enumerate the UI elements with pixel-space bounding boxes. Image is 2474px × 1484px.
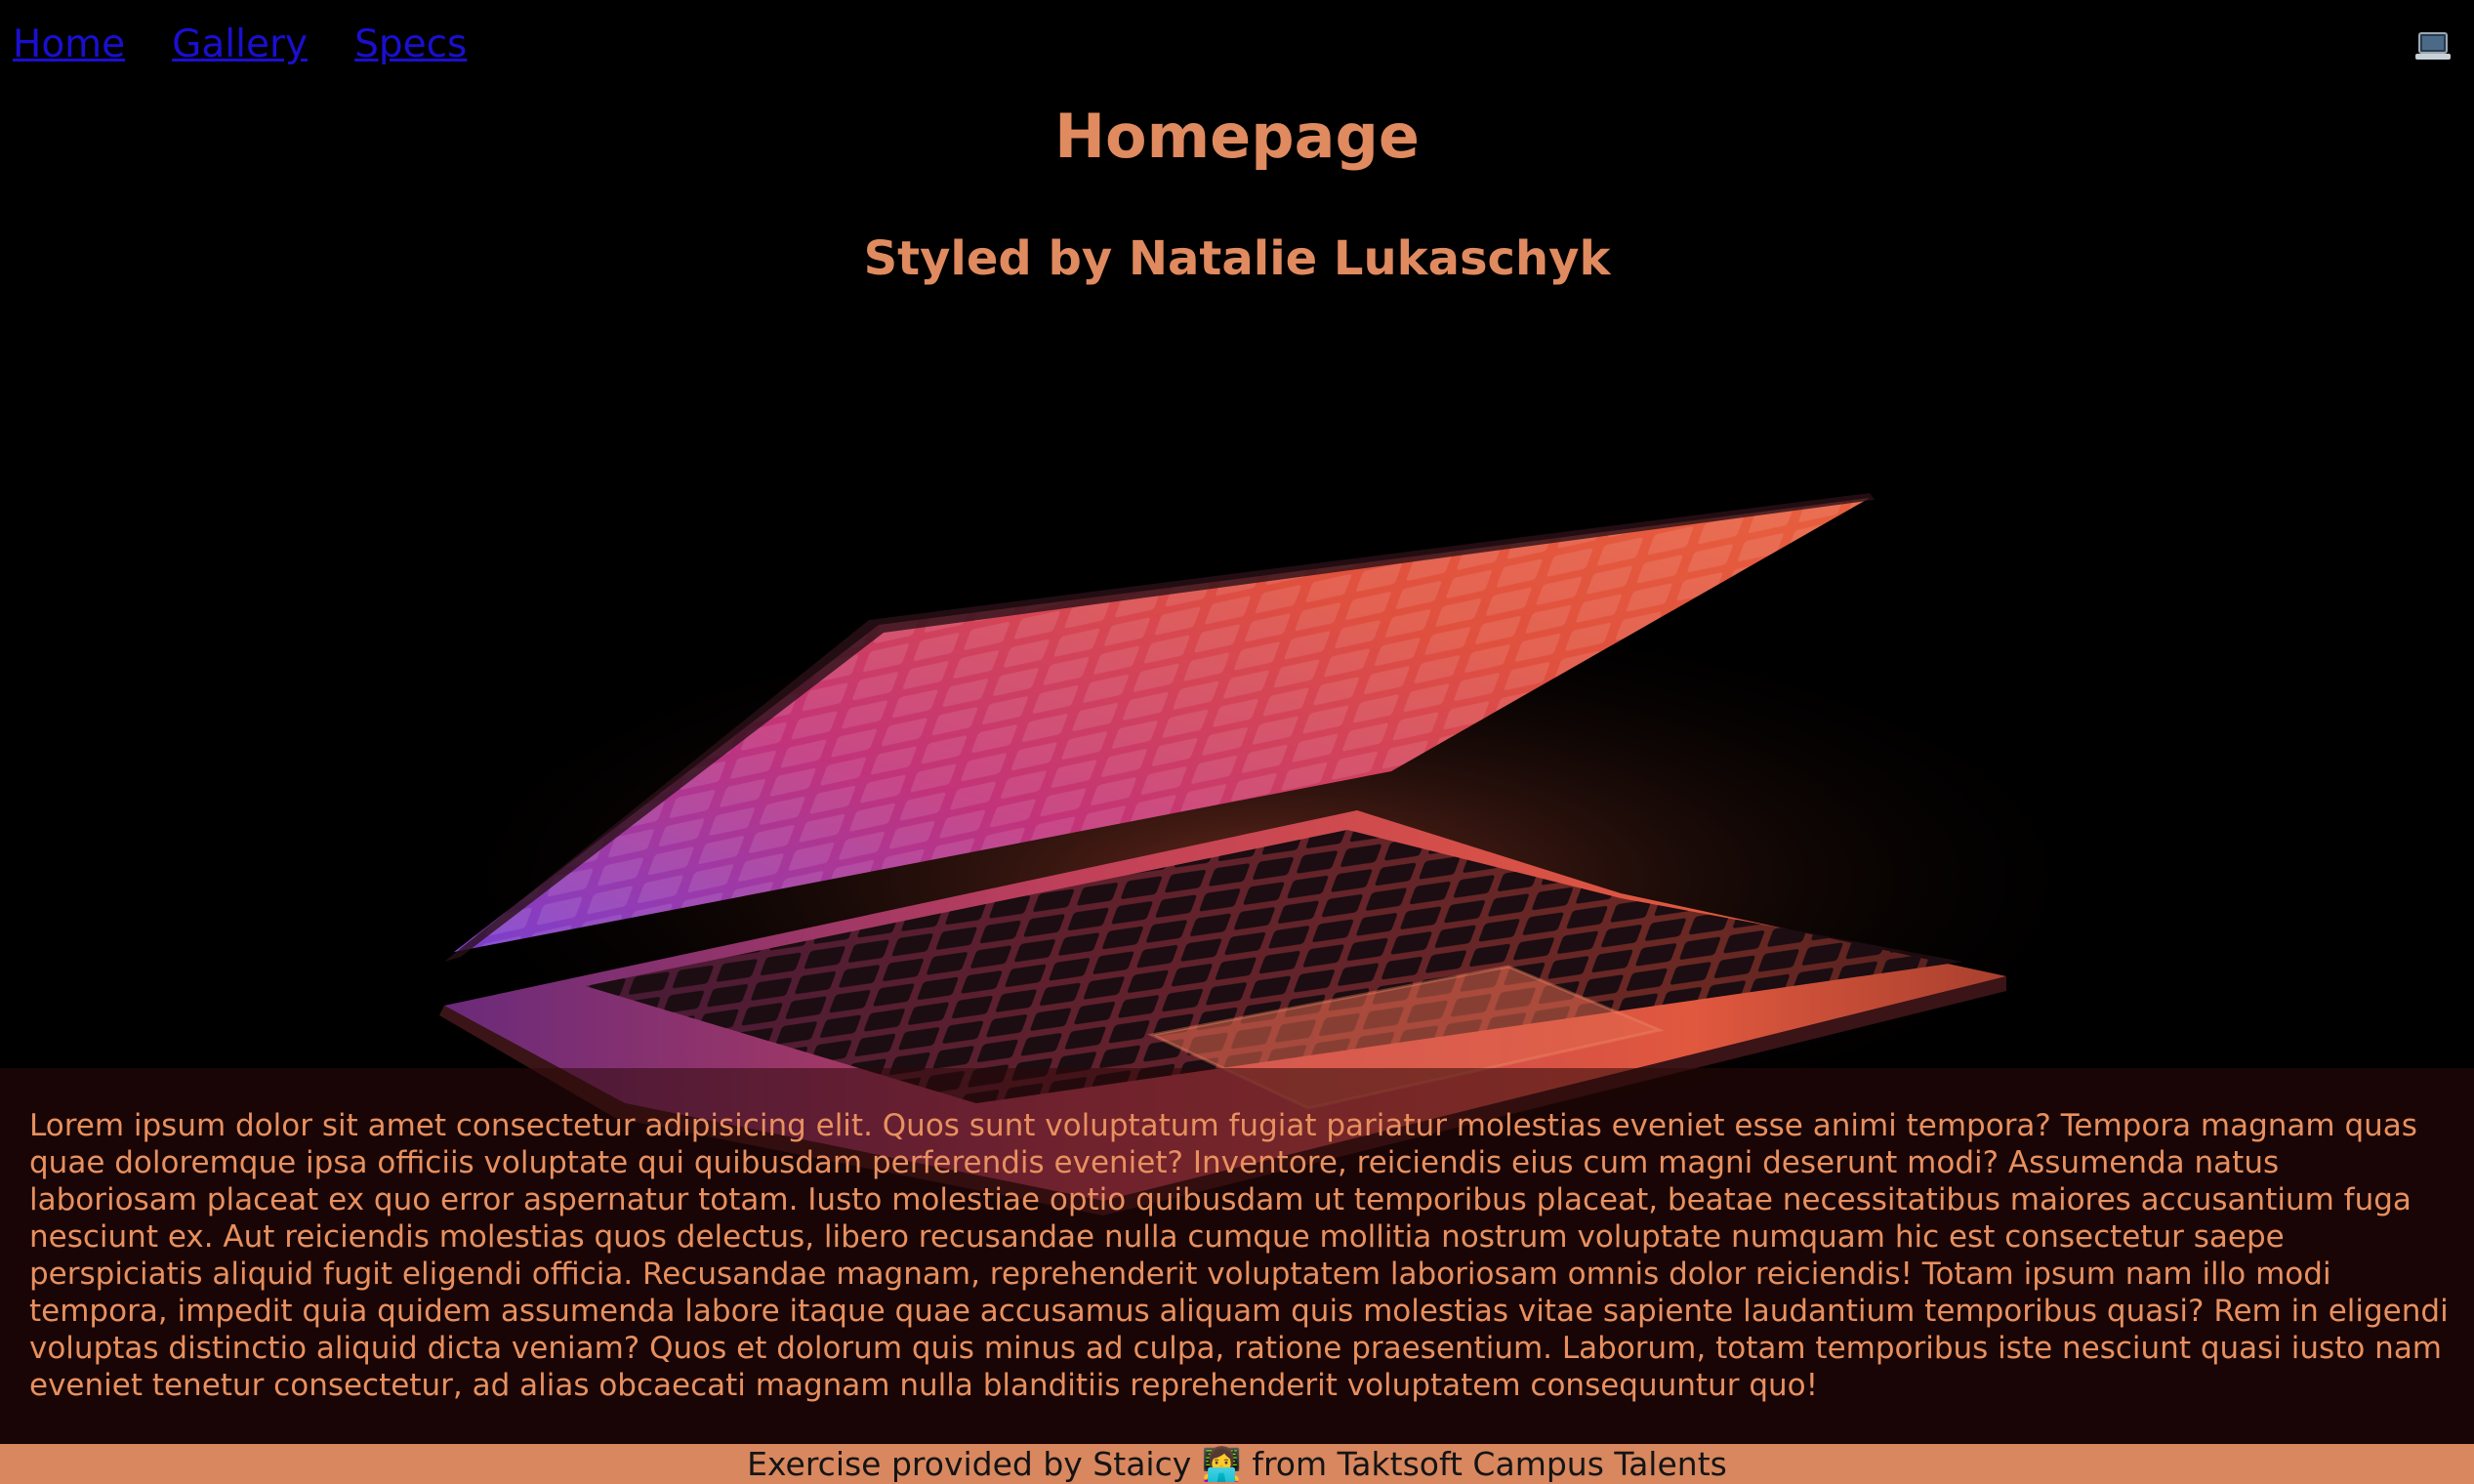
footer: Exercise provided by Staicy 👩‍💻 from Tak… <box>0 1444 2474 1484</box>
laptop-icon <box>2415 32 2451 60</box>
page-subtitle: Styled by Natalie Lukaschyk <box>863 231 1611 286</box>
text-panel: Lorem ipsum dolor sit amet consectetur a… <box>0 1068 2474 1444</box>
page-title: Homepage <box>1054 101 1420 172</box>
nav-link-gallery[interactable]: Gallery <box>172 18 308 72</box>
nav-link-home[interactable]: Home <box>13 18 125 72</box>
nav-link-specs[interactable]: Specs <box>354 18 467 72</box>
main-nav: Home Gallery Specs <box>13 18 467 72</box>
page: Home Gallery Specs Homepage Styled by Na… <box>0 0 2474 1484</box>
body-paragraph: Lorem ipsum dolor sit amet consectetur a… <box>29 1108 2449 1403</box>
